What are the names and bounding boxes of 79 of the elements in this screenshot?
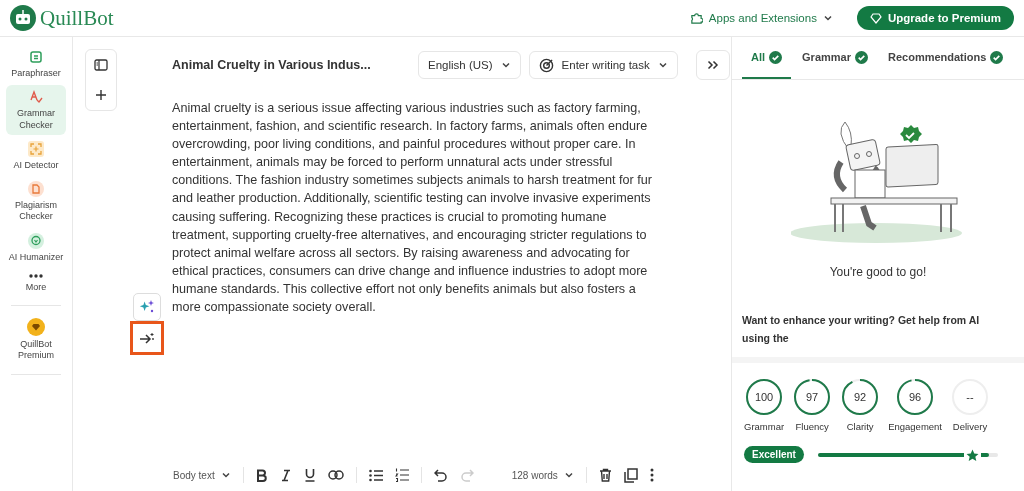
sidebar-label: AI Detector [13, 159, 59, 171]
document-title[interactable]: Animal Cruelty in Various Indus... [172, 58, 410, 72]
panel-tab[interactable]: Recommendations [879, 37, 1013, 79]
score-ring [895, 377, 936, 417]
diamond-icon [869, 12, 882, 24]
check-icon [769, 50, 783, 64]
language-dropdown[interactable]: English (US) [418, 51, 521, 79]
paraphrase-icon [28, 49, 44, 65]
double-chevron-icon [706, 60, 719, 70]
writing-task-dropdown[interactable]: Enter writing task [528, 51, 678, 79]
panel-tab[interactable]: All [742, 37, 792, 79]
arrow-sparkle-icon [139, 330, 155, 346]
bullet-list-icon[interactable] [368, 468, 383, 482]
score-label: Engagement [888, 421, 942, 432]
score-label: Fluency [795, 421, 829, 432]
more-options-icon[interactable] [649, 468, 654, 482]
sidebar-item[interactable]: AI Humanizer [6, 228, 66, 267]
document-icon [28, 181, 44, 197]
apps-menu[interactable]: Apps and Extensions [683, 10, 839, 26]
score-label: Clarity [846, 421, 874, 432]
score-ring [840, 377, 881, 417]
status-message: You're good to go! [829, 265, 927, 279]
sidebar-label: QuillBot Premium [17, 339, 55, 362]
sidebar-label: Grammar Checker [16, 108, 56, 131]
check-icon [990, 50, 1004, 64]
score-ring [744, 377, 785, 417]
logo-text[interactable]: QuillBot [40, 5, 114, 31]
text-style-dropdown[interactable]: Body text [173, 469, 231, 481]
sparkle-icon [139, 299, 155, 315]
score-value: 97 [806, 391, 819, 403]
sidebar-toggle-icon[interactable] [94, 59, 108, 71]
italic-icon[interactable] [279, 468, 292, 482]
score-value: 100 [754, 391, 774, 403]
tool-button[interactable] [130, 321, 164, 355]
sidebar-item[interactable]: QuillBot Premium [6, 314, 66, 366]
sidebar-item[interactable]: Plagiarism Checker [6, 177, 66, 227]
upgrade-button[interactable]: Upgrade to Premium [856, 6, 1014, 30]
robot-logo-icon [10, 5, 36, 31]
sidebar-item[interactable]: More [6, 268, 66, 297]
sidebar-label: Plagiarism Checker [14, 200, 58, 223]
diamond-badge-icon [27, 318, 45, 336]
score-ring [792, 377, 833, 417]
target-icon [538, 57, 554, 73]
caret-icon [500, 60, 511, 70]
caret-icon [563, 470, 574, 480]
trash-icon[interactable] [598, 468, 612, 482]
copy-icon[interactable] [623, 467, 638, 483]
sidebar-label: More [25, 281, 47, 293]
score-value: 96 [908, 391, 922, 403]
essay-text[interactable]: Animal cruelty is a serious issue affecting various industries such as factory farming, entertainment, fashion, and scientific research. In factory farms, animals often endure overcrowding, poor living conditions, and painful procedures without proper care. In entertainment, animals may be forced to perform unnatural acts under stressful conditions. The fashion industry sometimes subjects animals to harsh treatment for fur and leather production. Additionally, scientific testing can involve invasive experiments causing suffering. Recognizing these practices is crucial to promoting humane treatment, supporting cruelty-free alternatives, and encouraging stricter regulations to protect animal welfare across all sectors. By raising awareness and advocating for ethical practices, consumers can drive change and influence industries to adopt more humane standards. This collective effort not only benefits animals but also fosters a more compassionate society overall. [172, 99, 662, 317]
plus-icon[interactable] [95, 89, 107, 101]
puzzle-icon [689, 11, 703, 25]
undo-icon[interactable] [433, 468, 448, 482]
link-icon[interactable] [327, 470, 344, 480]
score-value: -- [966, 391, 974, 403]
underline-icon[interactable] [303, 468, 316, 482]
bold-icon[interactable] [255, 468, 268, 482]
caret-icon [657, 60, 668, 70]
caret-icon [822, 13, 833, 23]
rating-badge: Excellent [744, 446, 804, 463]
scan-icon [28, 140, 44, 157]
caret-icon [220, 470, 231, 480]
panel-tab[interactable]: Grammar [793, 37, 877, 79]
word-count-dropdown[interactable]: 128 words [511, 469, 574, 481]
score-label: Delivery [952, 421, 988, 432]
sidebar-label: AI Humanizer [8, 251, 64, 263]
numbered-list-icon[interactable] [394, 468, 409, 482]
enhance-prompt: Want to enhance your writing? Get help from AI using the [741, 313, 981, 346]
sidebar-label: Paraphraser [11, 68, 61, 80]
sidebar-item[interactable]: Grammar Checker [6, 85, 66, 135]
check-icon [855, 50, 868, 64]
score-label: Grammar [744, 421, 785, 432]
humanizer-icon [28, 232, 44, 249]
sidebar-item[interactable]: Paraphraser [6, 45, 66, 84]
score-value: 92 [854, 391, 867, 403]
more-icon [28, 272, 44, 279]
star-icon [965, 448, 979, 462]
sidebar-item[interactable]: AI Detector [6, 136, 66, 175]
expand-button[interactable] [695, 50, 730, 80]
